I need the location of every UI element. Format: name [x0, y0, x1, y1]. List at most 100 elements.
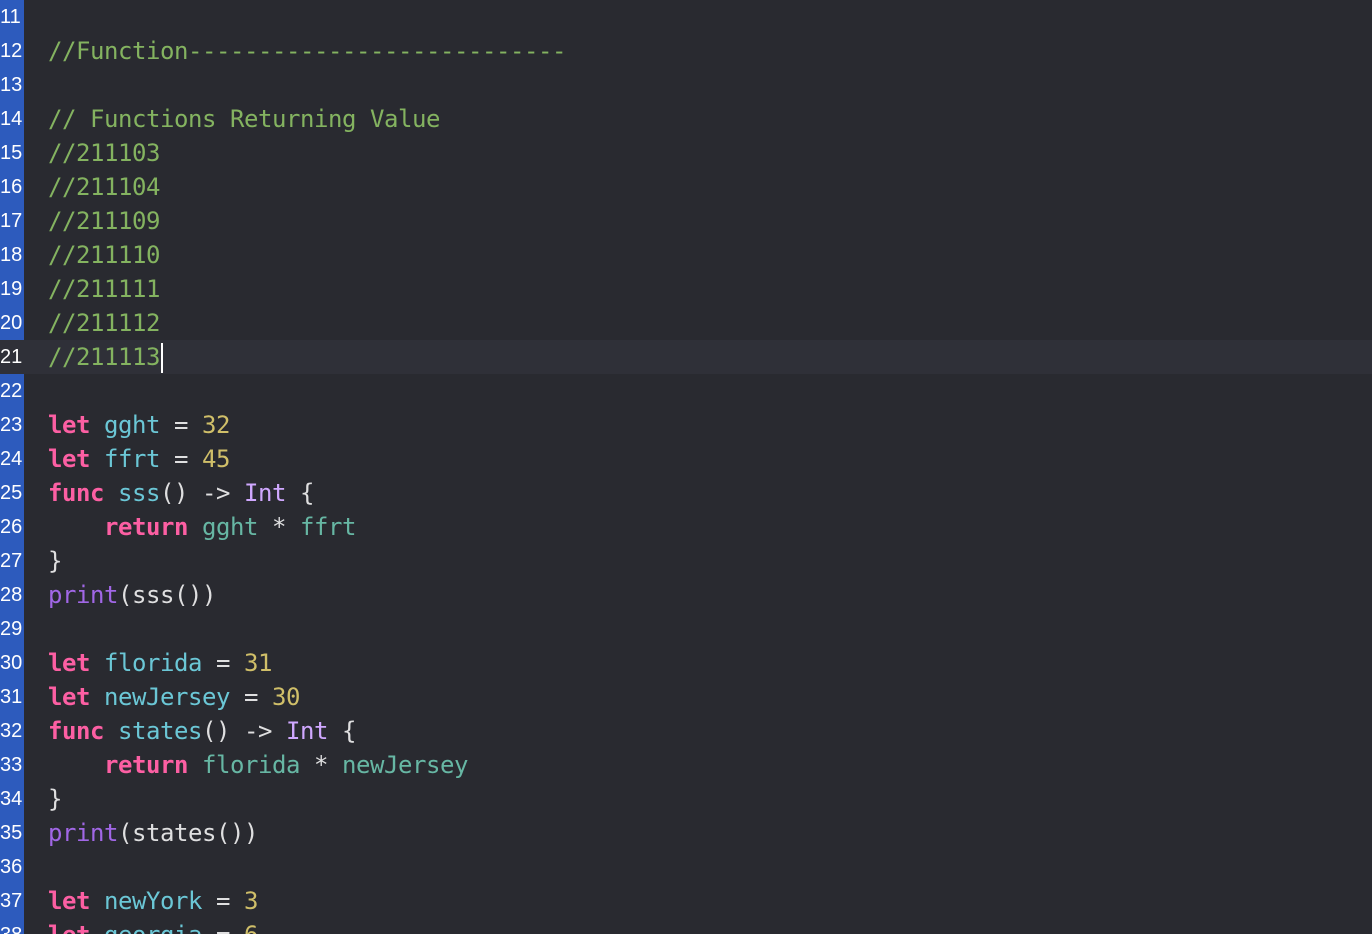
token-number: 31: [244, 649, 272, 677]
code-text[interactable]: //211113: [48, 340, 163, 374]
code-text[interactable]: }: [48, 782, 62, 816]
code-line[interactable]: 38 let georgia = 6: [0, 918, 1372, 934]
code-line[interactable]: 28 print(sss()): [0, 578, 1372, 612]
code-text[interactable]: return gght * ffrt: [48, 510, 356, 544]
code-line[interactable]: 26 return gght * ffrt: [0, 510, 1372, 544]
code-line[interactable]: 27}: [0, 544, 1372, 578]
code-line[interactable]: 15 //211103: [0, 136, 1372, 170]
code-text[interactable]: let newJersey = 30: [48, 680, 300, 714]
line-number: 11: [0, 6, 21, 28]
code-text[interactable]: func states() -> Int {: [48, 714, 356, 748]
code-text[interactable]: //211110: [48, 238, 160, 272]
code-line[interactable]: 30 let florida = 31: [0, 646, 1372, 680]
code-line[interactable]: 24 let ffrt = 45: [0, 442, 1372, 476]
code-text[interactable]: }: [48, 544, 62, 578]
line-number: 14: [0, 108, 23, 130]
token-type: Int: [286, 717, 328, 745]
line-number: 38: [0, 918, 24, 934]
token-decl: gght: [104, 411, 160, 439]
token-decl: newYork: [104, 887, 202, 915]
token-builtin: print: [48, 819, 118, 847]
line-number: 36: [0, 856, 23, 878]
token-plain: () ->: [160, 479, 244, 507]
code-text[interactable]: let newYork = 3: [48, 884, 258, 918]
line-number: 13: [0, 74, 23, 96]
token-decl: sss: [118, 479, 160, 507]
line-number: 33: [0, 754, 23, 776]
line-number: 31: [0, 686, 23, 708]
line-number: 34: [0, 788, 23, 810]
code-line[interactable]: 35 print(states()): [0, 816, 1372, 850]
code-text[interactable]: // Functions Returning Value: [48, 102, 440, 136]
code-line[interactable]: 11: [0, 0, 1372, 34]
code-text[interactable]: //211112: [48, 306, 160, 340]
token-keyword: func: [48, 479, 104, 507]
code-line[interactable]: 25 func sss() -> Int {: [0, 476, 1372, 510]
token-keyword: func: [48, 717, 104, 745]
token-decl: newJersey: [104, 683, 230, 711]
code-text[interactable]: print(sss()): [48, 578, 216, 612]
code-text[interactable]: let georgia = 6: [48, 918, 258, 934]
code-line[interactable]: 12 //Function---------------------------: [0, 34, 1372, 68]
token-plain: }: [48, 547, 62, 575]
code-text[interactable]: let ffrt = 45: [48, 442, 230, 476]
line-number: 20: [0, 312, 23, 334]
code-line[interactable]: 14 // Functions Returning Value: [0, 102, 1372, 136]
line-number: 12: [0, 40, 23, 62]
code-line[interactable]: 17 //211109: [0, 204, 1372, 238]
token-number: 32: [202, 411, 230, 439]
code-line[interactable]: 23 let gght = 32: [0, 408, 1372, 442]
token-decl: georgia: [104, 921, 202, 934]
code-lines: 11 12 //Function--------------------------…: [0, 0, 1372, 934]
code-line[interactable]: 18 //211110: [0, 238, 1372, 272]
code-text[interactable]: //Function---------------------------: [48, 34, 566, 68]
code-line[interactable]: 13: [0, 68, 1372, 102]
token-keyword: let: [48, 649, 90, 677]
code-text[interactable]: return florida * newJersey: [48, 748, 468, 782]
code-text[interactable]: let gght = 32: [48, 408, 230, 442]
code-line[interactable]: 32 func states() -> Int {: [0, 714, 1372, 748]
line-number: 30: [0, 652, 23, 674]
code-text[interactable]: print(states()): [48, 816, 258, 850]
code-line[interactable]: 31 let newJersey = 30: [0, 680, 1372, 714]
token-comment: //211113: [48, 343, 160, 371]
code-line-current[interactable]: 21 //211113: [0, 340, 1372, 374]
code-line[interactable]: 16 //211104: [0, 170, 1372, 204]
line-number: 24: [0, 448, 23, 470]
token-plain: =: [160, 445, 202, 473]
token-number: 6: [244, 921, 258, 934]
token-number: 45: [202, 445, 230, 473]
code-text[interactable]: //211109: [48, 204, 160, 238]
line-number: 19: [0, 278, 23, 300]
code-text[interactable]: //211111: [48, 272, 160, 306]
code-line[interactable]: 37 let newYork = 3: [0, 884, 1372, 918]
code-editor[interactable]: 11 12 //Function--------------------------…: [0, 0, 1372, 934]
code-text[interactable]: func sss() -> Int {: [48, 476, 314, 510]
token-plain: (states()): [118, 819, 258, 847]
code-text[interactable]: //211103: [48, 136, 160, 170]
token-ref: newJersey: [342, 751, 468, 779]
code-line[interactable]: 36: [0, 850, 1372, 884]
line-number: 18: [0, 244, 23, 266]
code-line[interactable]: 20 //211112: [0, 306, 1372, 340]
code-line[interactable]: 29: [0, 612, 1372, 646]
code-text[interactable]: //211104: [48, 170, 160, 204]
code-line[interactable]: 19 //211111: [0, 272, 1372, 306]
code-line[interactable]: 34}: [0, 782, 1372, 816]
token-plain: =: [202, 887, 244, 915]
token-plain: *: [300, 751, 342, 779]
token-comment: //Function---------------------------: [48, 37, 566, 65]
token-plain: =: [202, 921, 244, 934]
code-line[interactable]: 22: [0, 374, 1372, 408]
token-decl: ffrt: [104, 445, 160, 473]
token-ref: gght: [202, 513, 258, 541]
code-text[interactable]: let florida = 31: [48, 646, 272, 680]
token-comment: // Functions Returning Value: [48, 105, 440, 133]
code-line[interactable]: 33 return florida * newJersey: [0, 748, 1372, 782]
